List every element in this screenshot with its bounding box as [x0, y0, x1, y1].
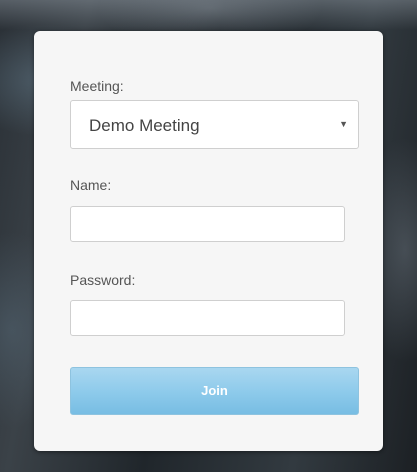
join-meeting-card: Meeting: Demo Meeting ▼ Name: Password: … [34, 31, 383, 451]
password-input[interactable] [70, 300, 345, 336]
background-highlight [0, 0, 417, 30]
password-label: Password: [70, 272, 136, 288]
name-input[interactable] [70, 206, 345, 242]
chevron-down-icon: ▼ [339, 119, 348, 129]
meeting-label: Meeting: [70, 78, 124, 94]
join-button[interactable]: Join [70, 367, 359, 415]
meeting-selected-value: Demo Meeting [89, 116, 200, 135]
meeting-select[interactable]: Demo Meeting ▼ [70, 100, 359, 149]
name-label: Name: [70, 177, 112, 193]
